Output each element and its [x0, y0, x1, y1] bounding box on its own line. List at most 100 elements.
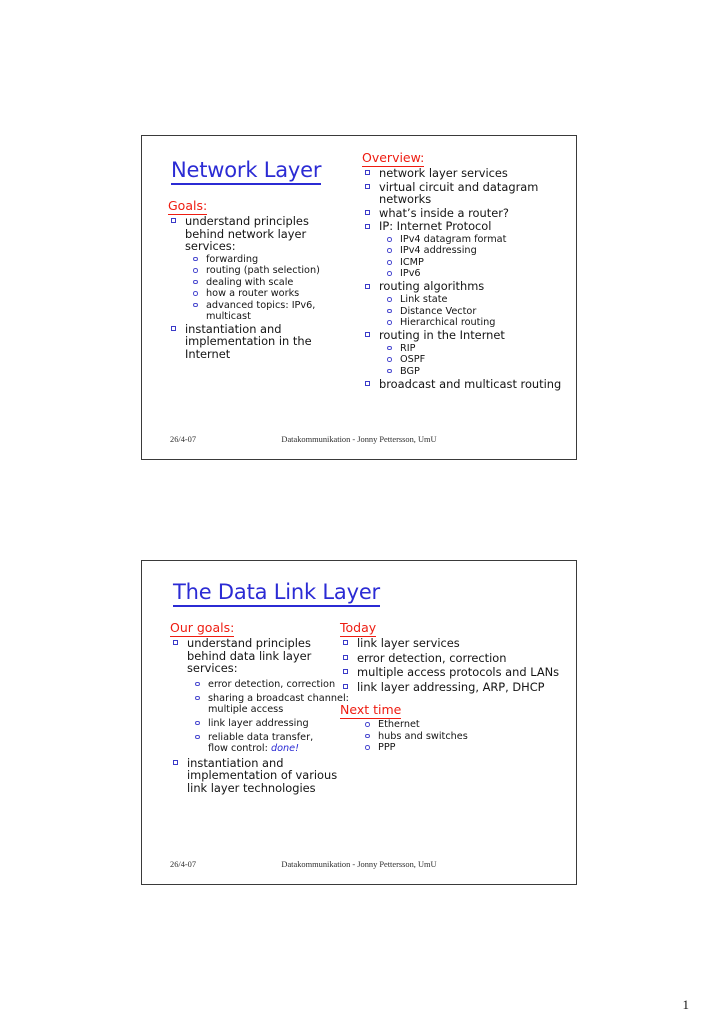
slide-data-link-layer: The Data Link Layer Our goals: understan… [141, 560, 577, 885]
list-item-label: Ethernet [378, 719, 420, 731]
list-item: routing (path selection) [190, 265, 344, 276]
slide-1-title: Network Layer [171, 158, 322, 185]
list-item-label: routing algorithms [379, 279, 485, 294]
list-item-label: routing (path selection) [206, 265, 320, 277]
square-bullet-icon [365, 209, 370, 215]
list-item-label: link layer addressing, ARP, DHCP [357, 679, 545, 694]
square-bullet-icon [343, 683, 348, 689]
slide-2-next-time-list: Ethernet hubs and switches PPP [340, 719, 565, 753]
circle-bullet-icon [387, 308, 392, 314]
slide-1-goals-sublist: forwarding routing (path selection) deal… [185, 254, 344, 322]
square-bullet-icon [365, 183, 370, 189]
list-item-label: link layer services [357, 636, 460, 650]
list-item: IPv6 [384, 268, 567, 279]
list-item-label: error detection, correction [208, 678, 336, 690]
slide-1-routing-internet-sublist: RIP OSPF BGP [379, 343, 567, 377]
list-item: IPv4 datagram format [384, 234, 567, 245]
square-bullet-icon [365, 332, 370, 338]
list-item: virtual circuit and datagram networks [362, 179, 567, 207]
circle-bullet-icon [365, 722, 370, 727]
circle-bullet-icon [365, 745, 370, 750]
circle-bullet-icon [193, 279, 198, 285]
done-emphasis: done! [270, 742, 300, 754]
list-item-label: link layer addressing [208, 717, 309, 729]
slide-2-goals-sublist: error detection, correction sharing a br… [187, 679, 350, 754]
list-item-label: forwarding [206, 253, 259, 265]
list-item: link layer addressing, ARP, DHCP [340, 679, 565, 694]
slide-2-footer: 26/4-07 Datakommunikation - Jonny Petter… [142, 860, 576, 872]
list-item: Ethernet [362, 719, 565, 730]
slide-2-left-column: Our goals: understand principles behind … [170, 620, 350, 796]
slide-1-footer: 26/4-07 Datakommunikation - Jonny Petter… [142, 435, 576, 447]
list-item: Hierarchical routing [384, 317, 567, 328]
list-item-label: reliable data transfer, flow control: don… [208, 731, 314, 754]
circle-bullet-icon [387, 297, 392, 302]
list-item-label: routing in the Internet [379, 328, 505, 343]
list-item: OSPF [384, 354, 567, 365]
circle-bullet-icon [195, 695, 200, 701]
list-item-label: ICMP [400, 256, 424, 268]
list-item-label: network layer services [379, 166, 508, 180]
list-item: RIP [384, 343, 567, 354]
list-item: broadcast and multicast routing [362, 377, 567, 391]
list-item: Link state [384, 294, 567, 305]
circle-bullet-icon [193, 256, 198, 262]
list-item: error detection, correction [340, 651, 565, 665]
list-item-label: IP: Internet Protocol [379, 219, 492, 234]
list-item-label: what’s inside a router? [379, 205, 509, 220]
list-item: network layer services [362, 167, 567, 180]
slide-content: The Data Link Layer Our goals: understan… [142, 561, 576, 884]
list-item-label: Link state [400, 294, 448, 306]
list-item: advanced topics: IPv6, multicast [190, 300, 344, 322]
square-bullet-icon [365, 223, 370, 229]
slide-1-routing-algorithms-sublist: Link state Distance Vector Hierarchical … [379, 294, 567, 328]
slide-2-our-goals-heading: Our goals: [170, 620, 350, 637]
slide-1-right-column: Overview: network layer services virtual… [362, 150, 567, 391]
circle-bullet-icon [387, 271, 392, 277]
list-item: hubs and switches [362, 731, 565, 742]
list-item: ICMP [384, 257, 567, 268]
circle-bullet-icon [387, 368, 392, 374]
list-item-label: virtual circuit and datagram networks [379, 179, 539, 207]
list-item: link layer services [340, 637, 565, 650]
list-item: instantiation and implementation of vari… [170, 756, 350, 795]
circle-bullet-icon [387, 259, 392, 265]
slide-1-title-text: Network Layer [171, 158, 322, 185]
circle-bullet-icon [365, 733, 370, 739]
square-bullet-icon [171, 325, 176, 331]
slide-1-footer-center: Datakommunikation - Jonny Pettersson, Um… [281, 435, 437, 444]
square-bullet-icon [343, 654, 348, 660]
list-item: dealing with scale [190, 277, 344, 288]
circle-bullet-icon [195, 720, 200, 726]
list-item: understand principles behind network lay… [168, 215, 344, 322]
list-item-label: RIP [400, 342, 416, 354]
circle-bullet-icon [387, 236, 392, 242]
list-item-label: OSPF [400, 354, 426, 366]
list-item-label: IPv4 datagram format [400, 233, 507, 245]
circle-bullet-icon [387, 248, 392, 254]
list-item-label: IPv4 addressing [400, 245, 477, 257]
circle-bullet-icon [193, 291, 198, 296]
square-bullet-icon [173, 759, 178, 765]
list-item: routing algorithms Link state Distance V… [362, 280, 567, 328]
list-item-label: IPv6 [400, 268, 421, 280]
list-item: Distance Vector [384, 306, 567, 317]
slide-2-our-goals-heading-text: Our goals: [170, 620, 235, 637]
circle-bullet-icon [387, 357, 392, 362]
slide-1-goals-list: understand principles behind network lay… [168, 215, 344, 361]
square-bullet-icon [365, 380, 370, 386]
list-item-label: PPP [378, 742, 396, 754]
list-item-label: dealing with scale [206, 276, 294, 288]
slide-network-layer: Network Layer Goals: understand principl… [141, 135, 577, 460]
list-item-label: sharing a broadcast channel: multiple ac… [208, 692, 349, 715]
slide-2-footer-center: Datakommunikation - Jonny Pettersson, Um… [281, 860, 437, 869]
slide-2-right-column: Today link layer services error detectio… [340, 620, 565, 754]
circle-bullet-icon [195, 681, 200, 687]
slide-1-overview-heading: Overview: [362, 150, 567, 167]
list-item-label: Distance Vector [400, 305, 477, 317]
list-item: forwarding [190, 254, 344, 265]
slide-1-goals-heading: Goals: [168, 198, 344, 215]
list-item-label: Hierarchical routing [400, 317, 496, 329]
circle-bullet-icon [193, 268, 198, 273]
slide-1-ip-sublist: IPv4 datagram format IPv4 addressing ICM… [379, 234, 567, 279]
